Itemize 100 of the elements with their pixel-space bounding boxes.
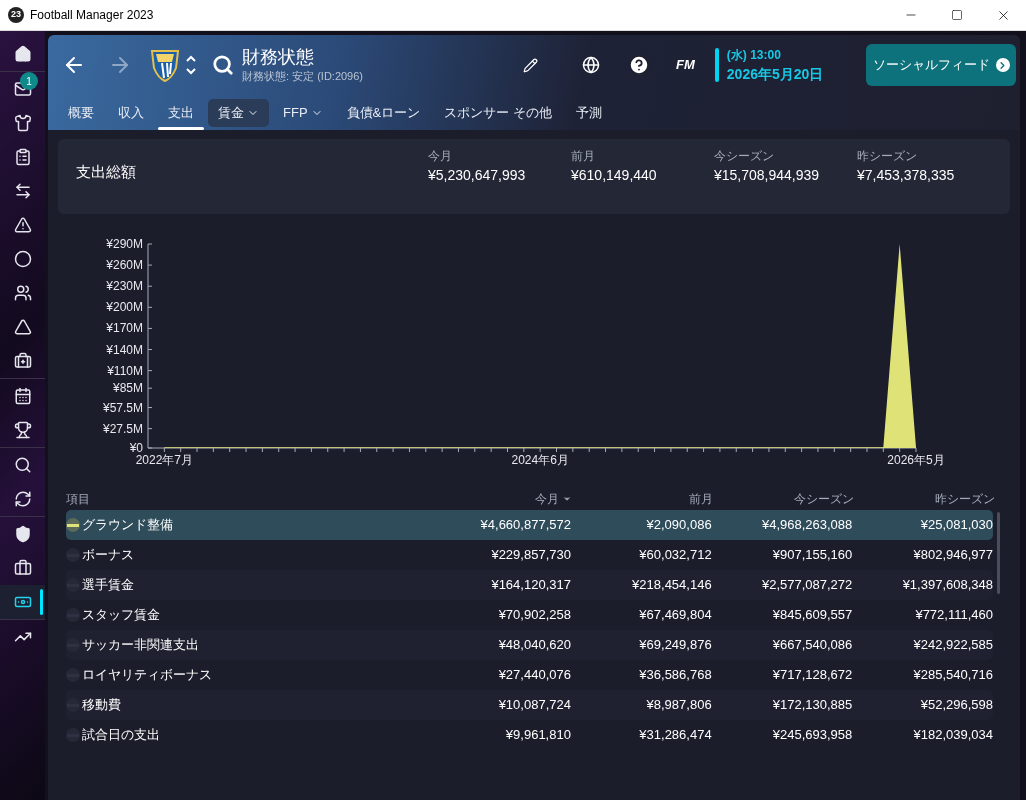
briefcase-icon	[13, 559, 32, 577]
table-cell-text: ¥2,577,087,272	[760, 576, 853, 595]
tab[interactable]: 概要	[58, 99, 104, 127]
y-tick-label: ¥260M	[106, 258, 143, 273]
tab-underline	[158, 127, 204, 130]
search-icon	[13, 456, 32, 474]
table-cell-text: ¥10,087,724	[497, 696, 571, 715]
help-icon[interactable]	[628, 54, 651, 76]
tab[interactable]: 賃金	[208, 99, 269, 127]
tab[interactable]: 予測	[565, 99, 612, 127]
tab[interactable]: スポンサー その他	[434, 99, 562, 127]
table-cell-text: グラウンド整備	[81, 516, 174, 535]
maximize-icon	[951, 9, 963, 21]
tab[interactable]: FFP	[273, 99, 333, 127]
search-icon[interactable]	[212, 54, 234, 76]
table-cell-text: ¥60,032,712	[638, 546, 712, 565]
table-cell-text: ¥845,609,557	[771, 606, 853, 625]
tab[interactable]: 負債&ローン	[336, 99, 431, 127]
current-time: (水) 13:00	[726, 46, 782, 64]
y-tick-label: ¥0	[129, 441, 143, 455]
alert-icon	[13, 216, 32, 234]
table-cell-text: 選手賃金	[81, 576, 135, 595]
notification-badge: 1	[20, 72, 38, 90]
table-cell-text: ¥802,946,977	[912, 546, 993, 565]
stat-label: 昨シーズン	[857, 148, 918, 165]
shield-icon	[13, 525, 32, 543]
table-cell-text: ¥717,128,672	[771, 666, 853, 685]
table-cell-text: ¥9,961,810	[504, 726, 571, 745]
table-cell-text: ¥70,902,258	[497, 606, 571, 625]
sort-caret-icon	[562, 494, 572, 504]
edit-icon[interactable]	[523, 57, 539, 73]
shirt-icon	[13, 114, 32, 132]
x-tick-label: 2022年7月	[135, 453, 194, 467]
row-marker-icon	[66, 518, 80, 532]
y-tick-label: ¥140M	[106, 342, 143, 357]
chevron-right-icon	[997, 59, 1008, 71]
y-tick-label: ¥170M	[106, 321, 143, 336]
table-row[interactable]: 選手賃金 ¥164,120,317 ¥218,454,146 ¥2,577,087,272 ¥1,397,608,348	[66, 570, 993, 600]
sidebar-item[interactable]: 1	[0, 72, 45, 106]
table-row[interactable]: 移動費 ¥10,087,724 ¥8,987,806 ¥172,130,885 ¥52,296,598	[66, 690, 993, 720]
window-title: Football Manager 2023	[30, 7, 154, 24]
table-cell-text: ¥8,987,806	[645, 696, 712, 715]
table-cell-text: スタッフ賃金	[81, 606, 161, 625]
stat-value: ¥7,453,378,335	[857, 166, 956, 185]
table-cell-text: ¥285,540,716	[912, 666, 993, 685]
table-cell-text: 試合日の支出	[81, 726, 161, 745]
table-cell-text: ¥67,469,804	[638, 606, 712, 625]
table-cell-text: ¥2,090,086	[645, 516, 712, 535]
app-logo-icon: 23	[8, 7, 24, 23]
table-cell-text: ¥48,040,620	[497, 636, 571, 655]
table-cell-text: ¥182,039,034	[912, 726, 993, 745]
y-tick-label: ¥110M	[107, 363, 143, 378]
y-tick-label: ¥200M	[106, 300, 143, 315]
stat-value: ¥610,149,440	[571, 166, 658, 185]
tab[interactable]: 支出	[158, 99, 204, 127]
y-tick-label: ¥290M	[106, 237, 143, 251]
table-cell-text: ¥25,081,030	[919, 516, 993, 535]
refresh-icon	[13, 490, 32, 508]
x-tick-label: 2026年5月	[887, 453, 945, 467]
clipboard-icon	[13, 148, 32, 166]
page-subtitle: 財務状態: 安定 (ID:2096)	[242, 68, 364, 84]
column-header[interactable]: 昨シーズン	[854, 490, 995, 508]
table-cell-text: ¥772,111,460	[914, 606, 993, 625]
page-title: 財務状態	[242, 45, 315, 68]
transfer-icon	[13, 182, 32, 200]
table-cell-text: ¥242,922,585	[912, 636, 993, 655]
table-row[interactable]: グラウンド整備 ¥4,660,877,572 ¥2,090,086 ¥4,968,263,088 ¥25,081,030	[66, 510, 993, 540]
x-tick-label: 2024年6月	[511, 453, 569, 467]
table-cell-text: ¥4,968,263,088	[760, 516, 853, 535]
y-tick-label: ¥57.5M	[102, 400, 143, 415]
table-cell-text: ¥31,286,474	[638, 726, 712, 745]
column-header[interactable]: 項目	[66, 490, 426, 508]
scrollbar[interactable]	[997, 512, 1000, 594]
table-cell-text: ロイヤリティボーナス	[81, 666, 213, 685]
table-cell-text: ¥1,397,608,348	[901, 576, 993, 595]
medical-kit-icon	[13, 352, 32, 370]
current-date: 2026年5月20日	[726, 64, 824, 84]
table-row[interactable]: サッカー非関連支出 ¥48,040,620 ¥69,249,876 ¥667,540,086 ¥242,922,585	[66, 630, 993, 660]
stat-label: 今シーズン	[714, 148, 775, 165]
home-icon	[13, 45, 32, 63]
column-header[interactable]: 前月	[572, 490, 713, 508]
calendar-icon	[13, 387, 32, 405]
stat-label: 前月	[571, 148, 596, 165]
column-header[interactable]: 今シーズン	[713, 490, 854, 508]
stat-value: ¥5,230,647,993	[428, 166, 527, 185]
table-cell-text: ボーナス	[81, 546, 135, 565]
table-cell-text: ¥172,130,885	[771, 696, 853, 715]
table-cell-text: ¥667,540,086	[771, 636, 853, 655]
fm-logo[interactable]: FM	[676, 55, 695, 75]
stat-value: ¥15,708,944,939	[714, 166, 821, 185]
sidebar-item[interactable]	[0, 585, 45, 619]
y-tick-label: ¥230M	[106, 279, 143, 294]
table-cell-text: ¥69,249,876	[638, 636, 712, 655]
table-cell-text: ¥52,296,598	[919, 696, 993, 715]
people-icon	[13, 284, 32, 302]
column-header[interactable]: 今月	[426, 490, 572, 508]
y-tick-label: ¥27.5M	[102, 421, 143, 436]
tab[interactable]: 収入	[108, 99, 154, 127]
globe-icon[interactable]	[582, 56, 601, 74]
social-feed-button[interactable]: ソーシャルフィード	[866, 44, 1016, 86]
